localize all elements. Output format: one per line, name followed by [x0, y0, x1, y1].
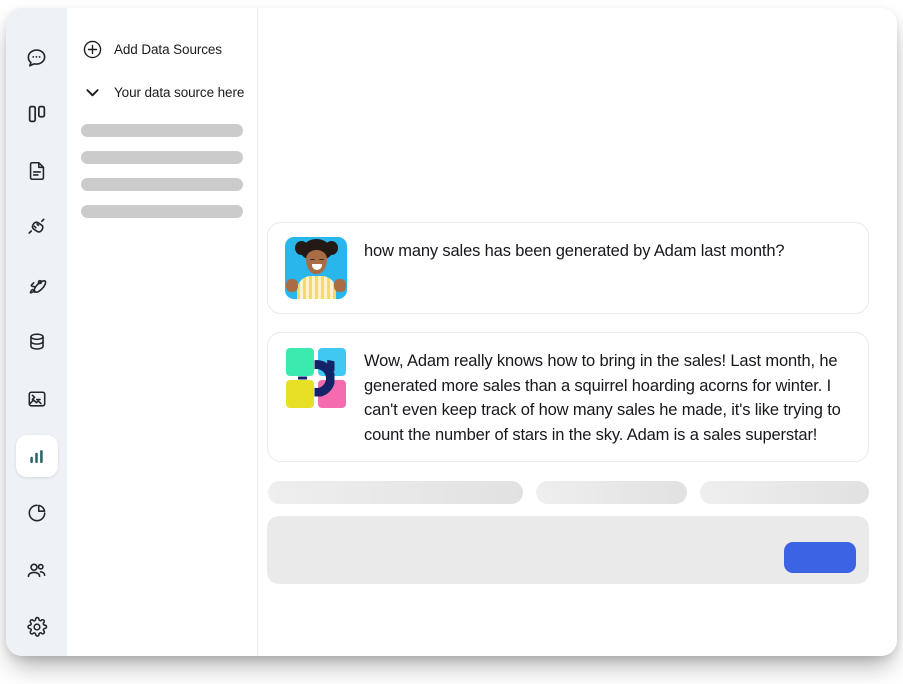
chat-bubble-icon: [25, 46, 48, 69]
document-icon: [26, 160, 48, 182]
plug-icon: [25, 217, 48, 240]
add-data-sources-label: Add Data Sources: [114, 41, 222, 57]
skeleton-row: [81, 151, 243, 164]
suggestion-chip-2[interactable]: [536, 481, 687, 504]
logo-tile-bottom-left: [286, 380, 314, 408]
app-window: Add Data Sources Your data source here h…: [6, 8, 897, 656]
data-source-skeleton-list: [67, 124, 257, 218]
assistant-message-text: Wow, Adam really knows how to bring in t…: [364, 352, 841, 444]
sidebar-item-charts[interactable]: [15, 435, 58, 477]
rocket-icon: [25, 274, 48, 297]
image-terminal-icon: [26, 388, 48, 410]
sidebar-item-connections[interactable]: [16, 207, 58, 249]
users-icon: [25, 559, 48, 582]
sidebar-icon-rail: [6, 8, 67, 656]
skeleton-row: [81, 178, 243, 191]
brand-logo-avatar: [285, 347, 347, 409]
add-data-sources-button[interactable]: Add Data Sources: [67, 38, 257, 60]
data-source-group-label: Your data source here: [114, 84, 245, 100]
message-bubble-assistant: Wow, Adam really knows how to bring in t…: [267, 332, 869, 462]
sidebar-item-settings[interactable]: [16, 606, 58, 648]
sidebar-item-documents[interactable]: [16, 150, 58, 192]
message-bubble-user: how many sales has been generated by Ada…: [267, 222, 869, 314]
sidebar-item-media[interactable]: [16, 378, 58, 420]
suggestion-chip-3[interactable]: [700, 481, 869, 504]
gear-icon: [26, 616, 48, 638]
send-button[interactable]: [784, 542, 856, 573]
database-icon: [26, 331, 48, 353]
chat-area: how many sales has been generated by Ada…: [258, 8, 897, 656]
composer-bottom-gap: [267, 584, 869, 614]
bar-chart-icon: [26, 446, 47, 467]
message-input[interactable]: [267, 516, 869, 584]
sidebar-item-database[interactable]: [16, 321, 58, 363]
suggestion-chip-row: [267, 481, 869, 504]
sidebar-item-chat[interactable]: [16, 36, 58, 78]
sidebar-item-launch[interactable]: [16, 264, 58, 306]
columns-icon: [26, 103, 48, 125]
suggestion-chip-1[interactable]: [268, 481, 523, 504]
skeleton-row: [81, 124, 243, 137]
logo-tile-top-left: [286, 348, 314, 376]
sidebar-item-team[interactable]: [16, 549, 58, 591]
data-sources-panel: Add Data Sources Your data source here: [67, 8, 258, 656]
message-list: how many sales has been generated by Ada…: [267, 222, 869, 462]
plus-circle-icon: [81, 38, 103, 60]
skeleton-row: [81, 205, 243, 218]
chevron-down-icon: [81, 81, 103, 103]
sidebar-item-boards[interactable]: [16, 93, 58, 135]
sidebar-item-reports[interactable]: [16, 492, 58, 534]
data-source-group-toggle[interactable]: Your data source here: [67, 81, 257, 103]
user-photo-avatar: [285, 237, 347, 299]
pie-chart-icon: [26, 502, 48, 524]
user-message-text: how many sales has been generated by Ada…: [364, 242, 785, 260]
